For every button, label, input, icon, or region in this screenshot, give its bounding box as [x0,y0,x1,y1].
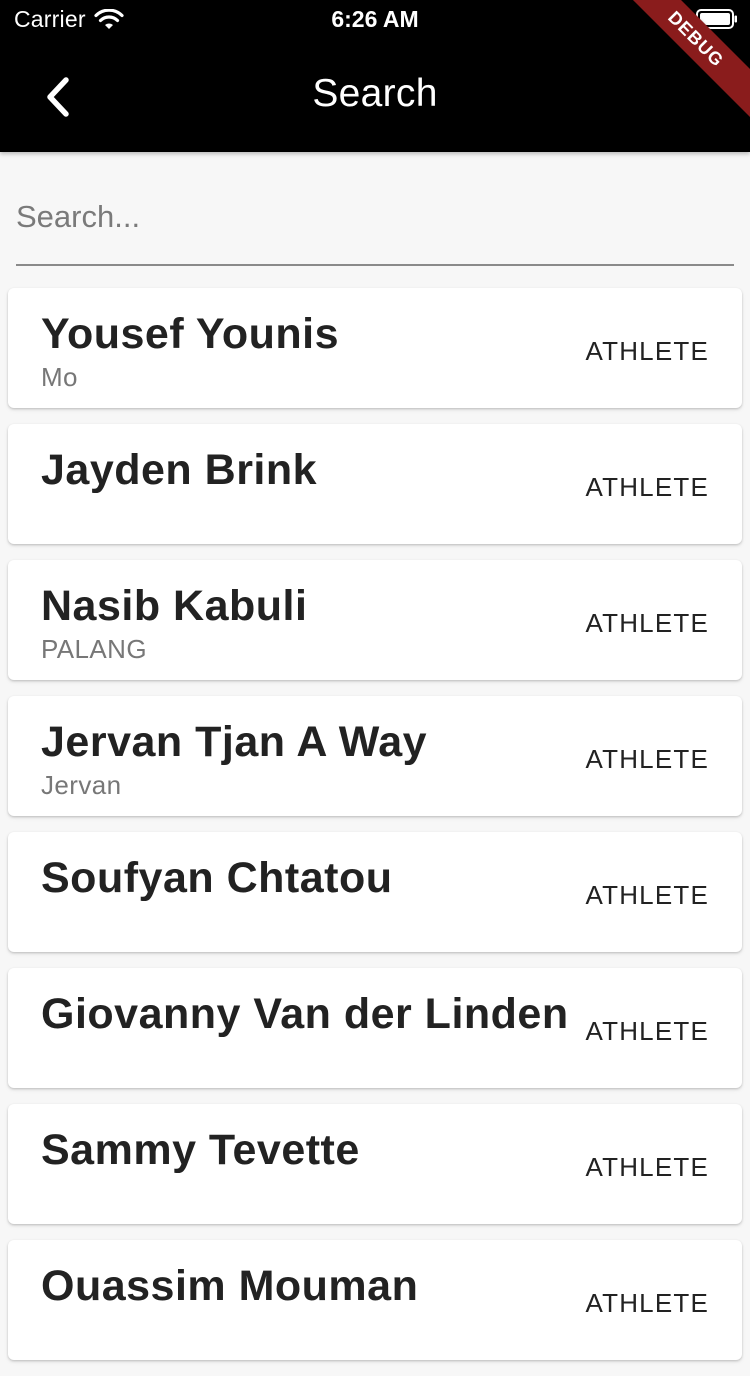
result-name: Jervan Tjan A Way [41,718,428,766]
result-role: ATHLETE [585,744,709,774]
result-name: Soufyan Chtatou [41,854,393,902]
search-input[interactable] [16,192,716,242]
result-name: Ouassim Mouman [41,1262,419,1310]
result-name: Yousef Younis [41,310,339,358]
page-title: Search [312,72,438,115]
result-role: ATHLETE [585,880,709,910]
result-nickname: Jervan [41,770,122,800]
result-card[interactable]: Ouassim Mouman ATHLETE [8,1240,742,1360]
status-bar: Carrier 6:26 AM [0,0,750,40]
result-card[interactable]: Jervan Tjan A Way Jervan ATHLETE [8,696,742,816]
result-role: ATHLETE [585,1288,709,1318]
result-card[interactable]: Giovanny Van der Linden ATHLETE [8,968,742,1088]
result-card[interactable]: Nasib Kabuli PALANG ATHLETE [8,560,742,680]
result-role: ATHLETE [585,336,709,366]
result-name: Sammy Tevette [41,1126,360,1174]
result-nickname: PALANG [41,634,147,664]
result-card[interactable]: Yousef Younis Mo ATHLETE [8,288,742,408]
search-field[interactable] [16,152,734,266]
result-card[interactable]: Sammy Tevette ATHLETE [8,1104,742,1224]
results-list: Yousef Younis Mo ATHLETE Jayden Brink AT… [8,288,742,1376]
result-role: ATHLETE [585,1152,709,1182]
result-name: Jayden Brink [41,446,318,494]
result-name: Giovanny Van der Linden [41,990,569,1038]
result-role: ATHLETE [585,472,709,502]
status-time: 6:26 AM [331,6,419,32]
result-name: Nasib Kabuli [41,582,308,630]
result-role: ATHLETE [585,1016,709,1046]
result-nickname: Mo [41,362,78,392]
result-role: ATHLETE [585,608,709,638]
app-bar: Carrier 6:26 AM Search DEBUG [0,0,750,152]
result-card[interactable]: Soufyan Chtatou ATHLETE [8,832,742,952]
result-card[interactable]: Jayden Brink ATHLETE [8,424,742,544]
